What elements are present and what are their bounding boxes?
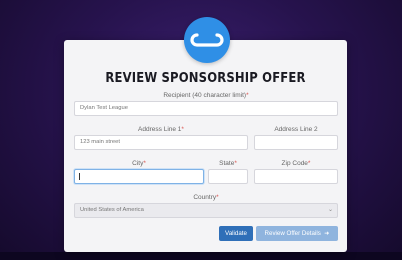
address2-label-text: Address Line 2 <box>274 126 318 133</box>
state-label-text: State <box>219 160 235 167</box>
required-mark: * <box>143 160 146 167</box>
recipient-input[interactable]: Dylan Test League <box>74 101 338 116</box>
recipient-label-text: Recipient (40 character limit) <box>163 92 247 99</box>
bottom-strip <box>0 252 402 260</box>
country-label-text: Country <box>193 194 217 201</box>
address1-label-text: Address Line 1 <box>138 126 182 133</box>
required-mark: * <box>216 194 219 201</box>
required-mark: * <box>234 160 237 167</box>
review-button-label: Review Offer Details <box>264 230 321 237</box>
state-label: State* <box>208 160 248 167</box>
country-select[interactable]: United States of America ⌄ <box>74 203 338 218</box>
recipient-label: Recipient (40 character limit)* <box>74 92 338 99</box>
zip-label: Zip Code* <box>254 160 338 167</box>
recipient-value: Dylan Test League <box>80 105 128 111</box>
chevron-down-icon: ⌄ <box>327 207 333 213</box>
address2-label: Address Line 2 <box>254 126 338 133</box>
address1-input[interactable]: 123 main street <box>74 135 248 150</box>
required-mark: * <box>307 160 311 167</box>
required-mark: * <box>246 92 249 99</box>
validate-button[interactable]: Validate <box>219 226 253 241</box>
state-input[interactable] <box>208 169 248 184</box>
page-title: REVIEW SPONSORSHIP OFFER <box>105 70 306 86</box>
city-label: City* <box>74 160 204 167</box>
link-logo-icon <box>184 17 230 63</box>
required-mark: * <box>181 126 184 133</box>
country-selected-value: United States of America <box>80 207 144 213</box>
review-offer-details-button[interactable]: Review Offer Details ➜ <box>256 226 338 241</box>
city-input[interactable] <box>74 169 204 184</box>
address2-input[interactable] <box>254 135 338 150</box>
arrow-right-icon: ➜ <box>322 230 330 237</box>
city-label-text: City <box>132 160 144 167</box>
address1-label: Address Line 1* <box>74 126 248 133</box>
text-caret <box>79 173 80 180</box>
zip-input[interactable] <box>254 169 338 184</box>
validate-button-label: Validate <box>225 230 247 237</box>
country-label: Country* <box>74 194 338 201</box>
zip-label-text: Zip Code <box>281 160 308 167</box>
address1-value: 123 main street <box>80 139 120 145</box>
